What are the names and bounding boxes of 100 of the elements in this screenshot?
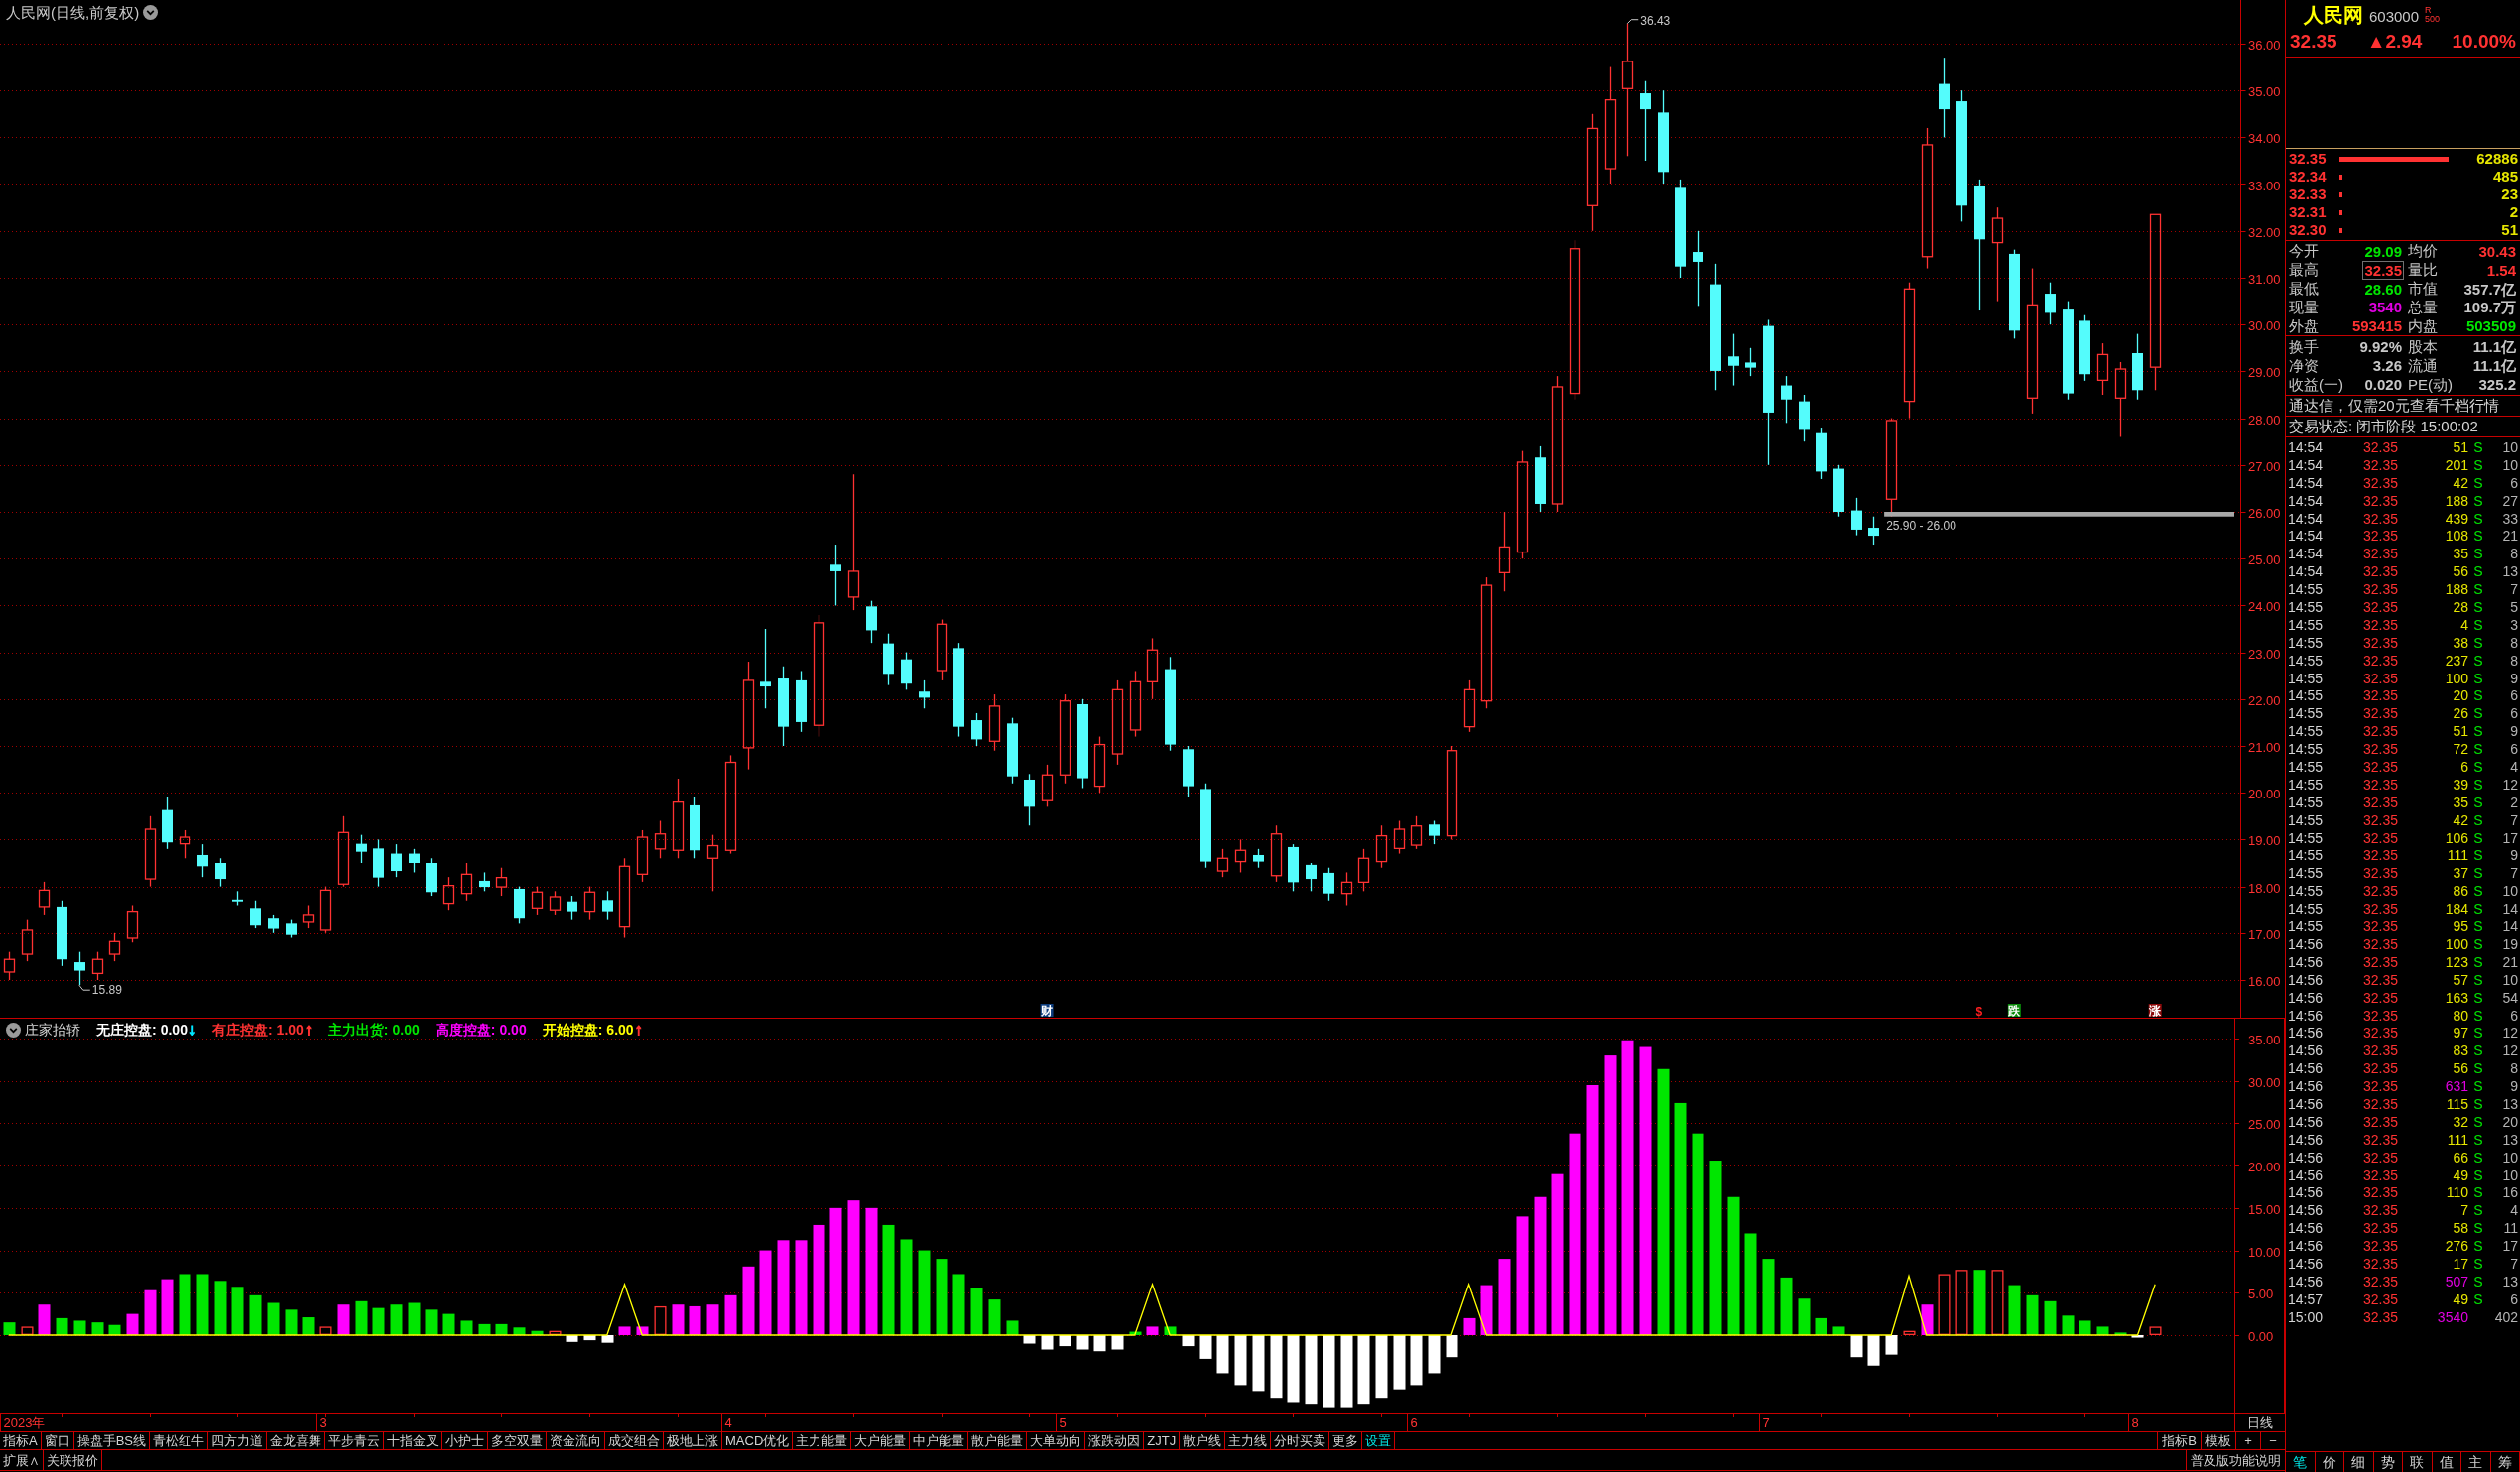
indicator-tab[interactable]: 资金流向 xyxy=(547,1432,605,1449)
event-symbol[interactable]: $ xyxy=(1975,1005,1983,1018)
indicator-tab[interactable]: 极地上涨 xyxy=(664,1432,722,1449)
trade-side: S xyxy=(2473,439,2483,457)
panel-tab[interactable]: 扩展∧ xyxy=(0,1450,44,1470)
trade-count: 7 xyxy=(2510,581,2518,599)
bid-price: 32.35 xyxy=(2289,148,2328,169)
trade-volume: 108 xyxy=(2445,528,2468,547)
indicator-tab[interactable]: 大户能量 xyxy=(851,1432,911,1449)
indicator-bar xyxy=(1867,1335,1880,1366)
indicator-bar xyxy=(742,1266,755,1335)
trade-side: S xyxy=(2473,759,2483,777)
indicator-bar xyxy=(1270,1335,1283,1399)
indicator-bar xyxy=(988,1299,1001,1335)
trade-volume: 66 xyxy=(2453,1149,2468,1167)
indicator-tab[interactable]: 主力线 xyxy=(1225,1432,1272,1449)
indicator-tab[interactable]: 四方力道 xyxy=(208,1432,267,1449)
trade-price: 32.35 xyxy=(2363,865,2400,884)
trade-time: 14:55 xyxy=(2288,687,2325,706)
indicator-tab[interactable]: 成交组合 xyxy=(605,1432,664,1449)
indicator-tab[interactable]: 小护士 xyxy=(442,1432,488,1449)
indicator-bar xyxy=(1798,1298,1811,1335)
stat-value: 28.60 xyxy=(2363,279,2403,299)
indicator-tab[interactable]: 中户能量 xyxy=(910,1432,969,1449)
indicator-tab[interactable]: 主力能量 xyxy=(793,1432,852,1449)
change-percent: 10.00% xyxy=(2452,30,2516,55)
indicator-tab[interactable]: 十指金叉 xyxy=(384,1432,442,1449)
indicator-bar xyxy=(1006,1320,1019,1335)
trade-volume: 32 xyxy=(2453,1113,2468,1132)
panel-tab[interactable]: 筹 xyxy=(2490,1452,2520,1472)
trade-volume: 507 xyxy=(2445,1273,2468,1291)
panel-tab[interactable]: 主 xyxy=(2461,1452,2491,1472)
trade-volume: 49 xyxy=(2453,1290,2468,1309)
stat-label: 量比 xyxy=(2408,261,2438,280)
date-label: 8 xyxy=(2131,1415,2139,1430)
price-axis-label: 34.00 xyxy=(2248,130,2281,146)
trade-time: 14:55 xyxy=(2288,919,2325,936)
indicator-tab[interactable]: 多空双量 xyxy=(488,1432,547,1449)
date-label: 7 xyxy=(1762,1415,1770,1430)
panel-tab[interactable]: 价 xyxy=(2315,1452,2344,1472)
trade-count: 11 xyxy=(2503,1220,2518,1239)
indicator-bar xyxy=(1410,1335,1423,1386)
trade-time: 14:54 xyxy=(2288,492,2325,511)
indicator-bar xyxy=(478,1323,491,1335)
panel-tab[interactable]: 笔 xyxy=(2286,1452,2316,1472)
trade-volume: 4 xyxy=(2460,616,2468,635)
chart-title: 人民网(日线,前复权) xyxy=(6,3,140,22)
trade-time: 14:56 xyxy=(2288,1273,2325,1291)
indicator-tab[interactable]: 平步青云 xyxy=(325,1432,384,1449)
trade-side: S xyxy=(2473,811,2483,830)
panel-tab[interactable]: 势 xyxy=(2373,1452,2403,1472)
panel-tab[interactable]: 值 xyxy=(2432,1452,2461,1472)
indicator-tab[interactable]: MACD优化 xyxy=(722,1432,794,1449)
chevron-circle-icon[interactable] xyxy=(6,1022,21,1038)
indicator-tab[interactable]: ZJTJ xyxy=(1144,1432,1181,1449)
indicator-tab[interactable]: 大单动向 xyxy=(1027,1432,1086,1449)
trade-volume: 58 xyxy=(2453,1220,2468,1239)
chevron-circle-icon[interactable] xyxy=(143,5,159,20)
indicator-tab[interactable]: 窗口 xyxy=(41,1432,74,1449)
trade-count: 6 xyxy=(2510,1007,2518,1026)
trade-price: 32.35 xyxy=(2363,883,2400,902)
trade-price: 32.35 xyxy=(2363,1149,2400,1167)
indicator-bar xyxy=(1252,1335,1265,1392)
trade-price: 32.35 xyxy=(2363,971,2400,990)
indicator-tab[interactable]: 散户线 xyxy=(1180,1432,1226,1449)
trade-time: 14:56 xyxy=(2288,1007,2325,1026)
event-badge[interactable]: 财 xyxy=(1040,1004,1054,1018)
legend-label: 有庄控盘: xyxy=(211,1021,273,1039)
trade-volume: 37 xyxy=(2453,865,2468,884)
indicator-tab[interactable]: 操盘手BS线 xyxy=(73,1432,150,1449)
indicator-bar xyxy=(108,1324,121,1335)
indicator-tab[interactable]: 青松红牛 xyxy=(150,1432,208,1449)
trade-time: 14:56 xyxy=(2288,1043,2325,1061)
trade-volume: 100 xyxy=(2445,670,2468,688)
trade-side: S xyxy=(2473,705,2483,724)
toolbar-button[interactable]: − xyxy=(2260,1432,2285,1449)
indicator-tab[interactable]: 设置 xyxy=(1362,1432,1396,1449)
indicator-tab[interactable]: 涨跌动因 xyxy=(1085,1432,1145,1449)
indicator-bar xyxy=(1023,1335,1036,1344)
trade-side: S xyxy=(2473,776,2483,795)
help-button[interactable]: 普及版功能说明 xyxy=(2186,1450,2285,1470)
trade-volume: 39 xyxy=(2453,776,2468,795)
event-badge[interactable]: 涨 xyxy=(2148,1004,2162,1018)
panel-tab[interactable]: 联 xyxy=(2403,1452,2433,1472)
indicator-tab[interactable]: 分时买卖 xyxy=(1271,1432,1330,1449)
panel-tab[interactable]: 关联报价 xyxy=(44,1450,102,1470)
toolbar-button[interactable]: + xyxy=(2235,1432,2260,1449)
panel-tab[interactable]: 细 xyxy=(2344,1452,2374,1472)
indicator-tab[interactable]: 更多 xyxy=(1329,1432,1363,1449)
trade-side: S xyxy=(2473,581,2483,599)
indicator-tab[interactable]: 金龙喜舞 xyxy=(267,1432,325,1449)
indicator-tab[interactable]: 指标A xyxy=(0,1432,42,1449)
toolbar-button[interactable]: 指标B xyxy=(2157,1432,2201,1449)
trade-count: 13 xyxy=(2502,1095,2518,1114)
event-badge[interactable]: 跌 xyxy=(2007,1004,2021,1018)
stat-value: 593415 xyxy=(2350,316,2403,336)
trade-time: 14:56 xyxy=(2288,1131,2325,1150)
trade-count: 13 xyxy=(2502,1273,2518,1291)
toolbar-button[interactable]: 模板 xyxy=(2201,1432,2235,1449)
indicator-tab[interactable]: 散户能量 xyxy=(968,1432,1028,1449)
